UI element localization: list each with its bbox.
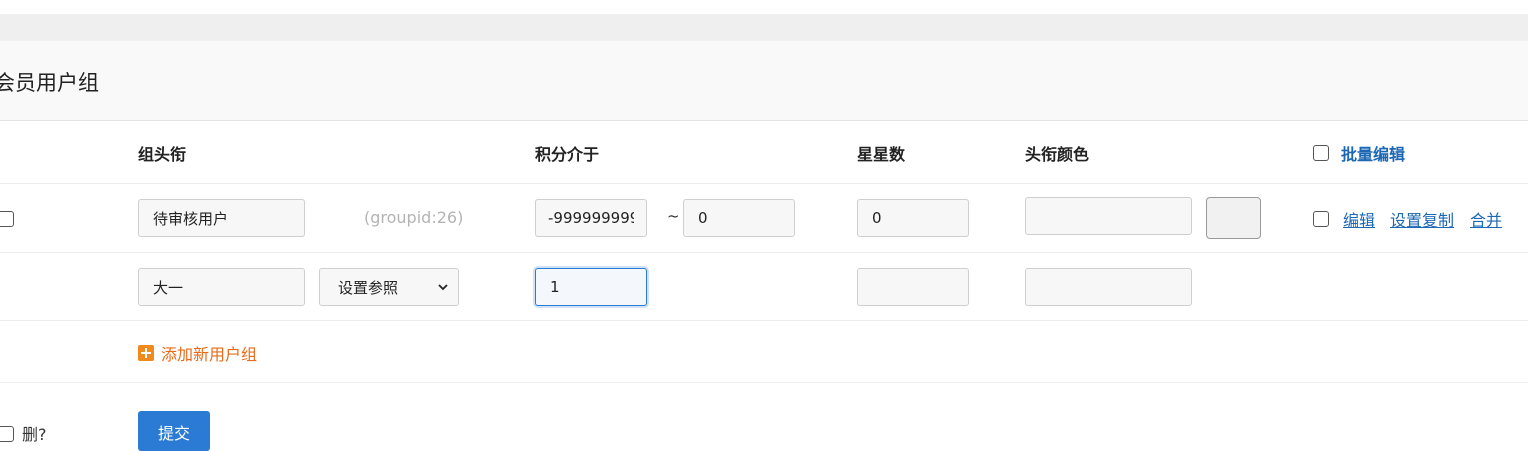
col-header-title: 组头衔	[138, 145, 187, 164]
stars-input[interactable]	[857, 199, 969, 237]
range-separator: ~	[667, 207, 680, 225]
col-header-points: 积分介于	[535, 145, 600, 164]
group-name-input[interactable]	[138, 199, 305, 237]
new-title-color-input[interactable]	[1025, 268, 1192, 306]
chevron-down-icon	[438, 284, 448, 291]
section-header: 会员用户组	[0, 41, 1528, 121]
plus-icon	[138, 345, 154, 361]
col-header-color: 头衔颜色	[1025, 145, 1090, 164]
batch-edit-label[interactable]: 批量编辑	[1341, 141, 1405, 165]
points-max-input[interactable]	[683, 199, 795, 237]
page-title: 会员用户组	[0, 71, 99, 95]
delete-checkbox[interactable]	[0, 426, 14, 442]
add-group-label: 添加新用户组	[161, 345, 258, 364]
new-group-name-input[interactable]	[138, 268, 305, 306]
copy-settings-link[interactable]: 设置复制	[1390, 207, 1454, 231]
reference-select-value: 设置参照	[338, 278, 399, 297]
merge-link[interactable]: 合并	[1470, 207, 1502, 231]
new-points-min-input[interactable]	[535, 268, 647, 306]
col-header-stars: 星星数	[857, 145, 906, 164]
title-color-input[interactable]	[1025, 197, 1192, 235]
row-divider	[0, 320, 1528, 321]
row-batch-checkbox[interactable]	[1313, 211, 1329, 227]
groupid-label: (groupid:26)	[364, 208, 464, 227]
row-divider	[0, 382, 1528, 383]
delete-label: 删?	[22, 425, 47, 444]
row-divider	[0, 252, 1528, 253]
reference-select[interactable]: 设置参照	[319, 268, 459, 306]
new-stars-input[interactable]	[857, 268, 969, 306]
edit-link[interactable]: 编辑	[1343, 207, 1375, 231]
top-bar	[0, 14, 1528, 41]
add-group-link[interactable]: 添加新用户组	[138, 341, 257, 365]
row-select-checkbox[interactable]	[0, 211, 14, 227]
row-divider	[0, 183, 1528, 184]
points-min-input[interactable]	[535, 199, 647, 237]
color-picker-swatch[interactable]	[1206, 197, 1261, 239]
batch-edit-checkbox[interactable]	[1313, 145, 1329, 161]
submit-button[interactable]: 提交	[138, 411, 210, 451]
